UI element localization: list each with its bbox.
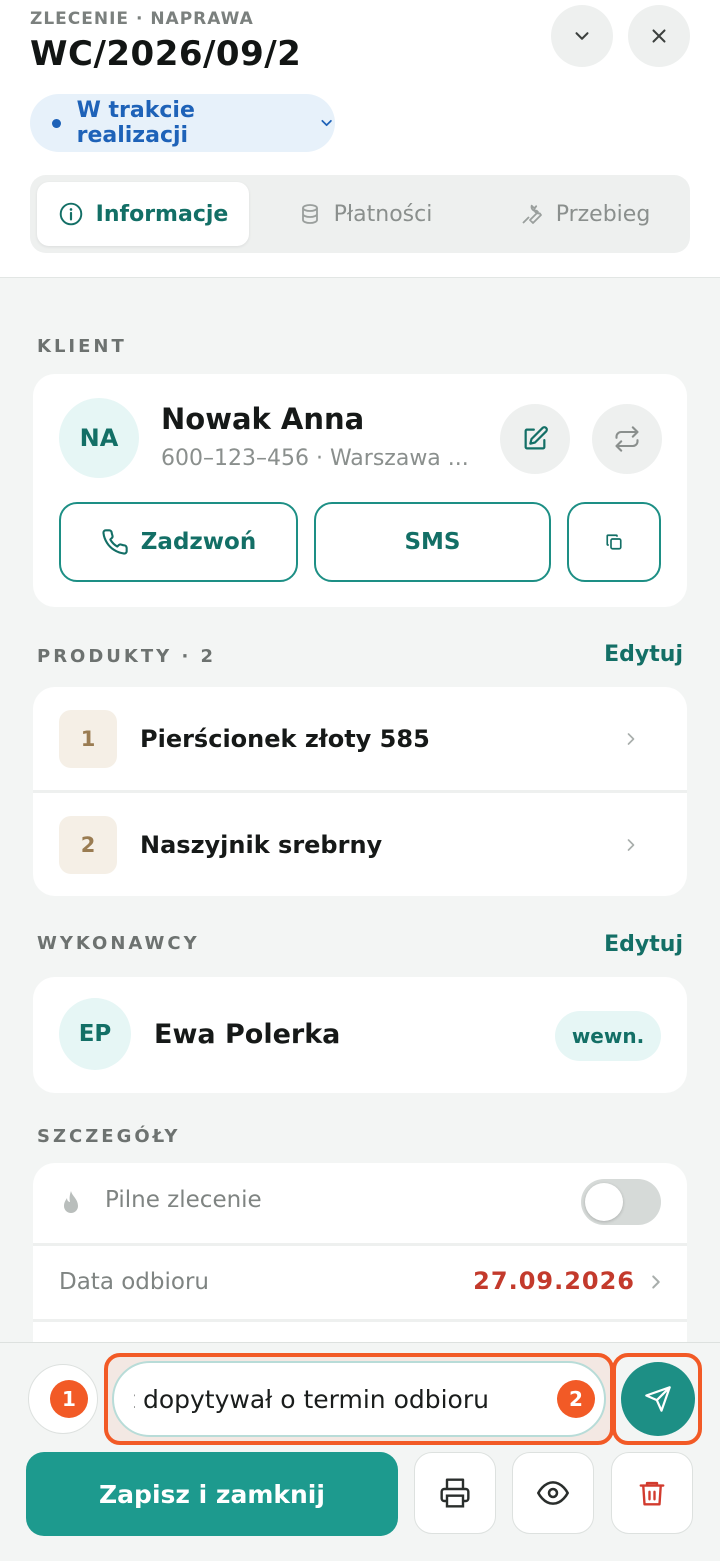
- tab-label: Płatności: [333, 201, 433, 227]
- pickup-date-label: Data odbioru: [59, 1269, 209, 1295]
- order-kicker: ZLECENIE · NAPRAWA: [30, 9, 254, 29]
- wrench-icon: [522, 204, 542, 224]
- chevron-down-icon: [575, 32, 589, 40]
- chevron-right-icon: [652, 1275, 660, 1289]
- close-button[interactable]: [628, 5, 690, 67]
- flame-icon: [64, 1191, 78, 1213]
- copy-button[interactable]: [567, 502, 661, 582]
- contractors-section-label: WYKONAWCY: [37, 933, 200, 954]
- list-item[interactable]: 1 Pierścionek złoty 585: [33, 687, 687, 791]
- tab-label: Przebieg: [555, 201, 651, 227]
- call-button-label: Zadzwoń: [140, 529, 257, 555]
- delete-button[interactable]: [611, 1452, 693, 1534]
- close-icon: [652, 29, 666, 43]
- product-number: 2: [59, 816, 117, 874]
- collapse-button[interactable]: [551, 5, 613, 67]
- urgent-row: Pilne zlecenie: [33, 1163, 687, 1241]
- step-badge-2: 2: [557, 1380, 595, 1418]
- phone-icon: [102, 529, 128, 555]
- chevron-down-icon: [321, 119, 332, 127]
- call-button[interactable]: Zadzwoń: [59, 502, 298, 582]
- copy-icon: [606, 534, 622, 550]
- product-number: 1: [59, 710, 117, 768]
- order-number: WC/2026/09/2: [30, 34, 302, 74]
- client-name: Nowak Anna: [161, 402, 365, 436]
- sms-button-label: SMS: [404, 529, 461, 555]
- contractor-card[interactable]: EP Ewa Polerka wewn.: [33, 977, 687, 1093]
- note-input[interactable]: [112, 1361, 606, 1437]
- client-section-label: KLIENT: [37, 336, 127, 357]
- toggle-knob: [585, 1183, 623, 1221]
- trash-icon: [639, 1481, 665, 1506]
- pickup-date-row[interactable]: Data odbioru 27.09.2026: [33, 1245, 687, 1323]
- tab-przebieg[interactable]: Przebieg: [480, 182, 690, 246]
- pickup-date-value: 27.09.2026: [473, 1267, 635, 1295]
- preview-button[interactable]: [512, 1452, 594, 1534]
- database-icon: [301, 204, 318, 224]
- tab-platnosci[interactable]: Płatności: [260, 182, 470, 246]
- client-subtitle: 600–123–456 · Warszawa ...: [161, 446, 469, 471]
- products-section-label: PRODUKTY · 2: [37, 646, 217, 667]
- order-header: ZLECENIE · NAPRAWA WC/2026/09/2 W trakci…: [0, 0, 720, 278]
- divider: [33, 1319, 687, 1322]
- status-label: W trakcie realizacji: [76, 98, 195, 148]
- product-name: Pierścionek złoty 585: [140, 725, 430, 753]
- internal-tag: wewn.: [555, 1011, 661, 1061]
- status-dot-icon: [52, 118, 61, 128]
- printer-icon: [440, 1478, 470, 1508]
- tab-informacje[interactable]: Informacje: [37, 182, 249, 246]
- edit-contractors-link[interactable]: Edytuj: [604, 932, 683, 957]
- product-name: Naszyjnik srebrny: [140, 831, 383, 859]
- send-icon: [645, 1386, 671, 1412]
- send-button[interactable]: [621, 1362, 695, 1436]
- swap-client-button[interactable]: [592, 404, 662, 474]
- list-item[interactable]: 2 Naszyjnik srebrny: [33, 793, 687, 897]
- edit-client-button[interactable]: [500, 404, 570, 474]
- products-card: 1 Pierścionek złoty 585 2 Naszyjnik sreb…: [33, 687, 687, 896]
- edit-icon: [524, 426, 548, 450]
- contractor-name: Ewa Polerka: [154, 1019, 341, 1050]
- edit-products-link[interactable]: Edytuj: [604, 642, 683, 667]
- print-button[interactable]: [414, 1452, 496, 1534]
- save-and-close-button[interactable]: Zapisz i zamknij: [26, 1452, 398, 1536]
- urgent-label: Pilne zlecenie: [105, 1187, 262, 1213]
- client-card: NA Nowak Anna 600–123–456 · Warszawa ...…: [33, 374, 687, 607]
- chevron-right-icon: [627, 733, 635, 745]
- sms-button[interactable]: SMS: [314, 502, 551, 582]
- info-icon: [59, 202, 82, 226]
- chevron-right-icon: [627, 839, 635, 851]
- swap-icon: [615, 426, 639, 452]
- details-section-label: SZCZEGÓŁY: [37, 1126, 181, 1147]
- tab-bar: Informacje Płatności Przebieg: [30, 175, 690, 253]
- client-avatar: NA: [59, 398, 139, 478]
- contractor-avatar: EP: [59, 998, 131, 1070]
- urgent-toggle[interactable]: [581, 1179, 661, 1225]
- status-dropdown[interactable]: W trakcie realizacji: [30, 94, 335, 152]
- details-card: Pilne zlecenie Data odbioru 27.09.2026: [33, 1163, 687, 1363]
- step-badge-1: 1: [50, 1380, 88, 1418]
- eye-icon: [537, 1481, 569, 1505]
- tab-label: Informacje: [95, 201, 229, 227]
